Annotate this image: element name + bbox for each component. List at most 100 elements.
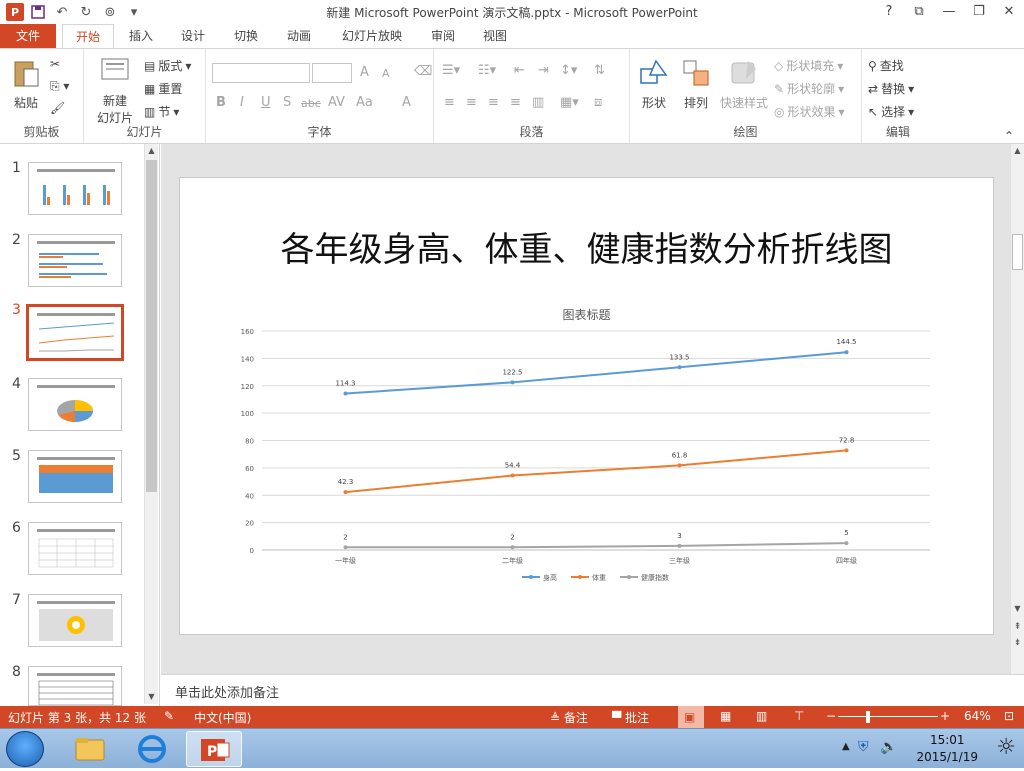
weather-sun-icon[interactable]: ☼	[996, 735, 1016, 760]
distributed-icon[interactable]: ▥	[532, 95, 544, 110]
smartart-icon[interactable]: ⧈	[594, 95, 602, 110]
slide-thumbnail-6[interactable]	[28, 522, 122, 575]
new-slide-button[interactable]: 新建 幻灯片	[90, 55, 140, 126]
clear-format-icon[interactable]: ⌫	[414, 64, 432, 79]
slide-thumbnail-5[interactable]	[28, 450, 122, 503]
decrease-indent-icon[interactable]: ⇤	[514, 63, 525, 78]
shapes-button[interactable]: 形状	[634, 57, 674, 111]
line-chart[interactable]: 0 20 40 60 80 100 120 140 160 一年级 二年级 三年级 四年级 114.3 12…	[180, 178, 995, 636]
shape-fill-button[interactable]: ◇ 形状填充 ▾	[774, 57, 843, 74]
bold-button[interactable]: B	[216, 95, 226, 110]
security-shield-icon[interactable]: ⛨	[858, 739, 869, 755]
comments-toggle-button[interactable]: ▀ 批注	[612, 709, 649, 726]
help-icon[interactable]: ?	[874, 0, 904, 22]
italic-button[interactable]: I	[240, 95, 244, 110]
scroll-up-icon[interactable]: ▲	[145, 144, 158, 158]
columns-icon[interactable]: ▦▾	[560, 95, 579, 110]
shape-outline-button[interactable]: ✎ 形状轮廓 ▾	[774, 80, 844, 97]
editor-scrollbar[interactable]: ▲ ▼ ⇞ ⇟	[1010, 144, 1024, 674]
notes-pane[interactable]: 单击此处添加备注	[161, 674, 1024, 706]
thumbnails-scrollbar[interactable]: ▲ ▼	[144, 144, 158, 704]
cut-icon[interactable]: ✂	[50, 57, 60, 71]
zoom-in-icon[interactable]: +	[940, 709, 950, 723]
minimize-icon[interactable]: —	[934, 0, 964, 22]
align-left-icon[interactable]: ≡	[444, 95, 455, 110]
previous-slide-icon[interactable]: ⇞	[1011, 620, 1024, 634]
volume-icon[interactable]: 🔈	[880, 739, 897, 755]
slide-thumbnail-2[interactable]	[28, 234, 122, 287]
slide-thumbnail-7[interactable]	[28, 594, 122, 647]
select-button[interactable]: ↖ 选择 ▾	[868, 103, 914, 120]
tab-insert[interactable]: 插入	[118, 24, 164, 48]
quick-styles-button[interactable]: 快速样式	[718, 57, 770, 111]
bullets-icon[interactable]: ☰▾	[442, 63, 460, 78]
zoom-level[interactable]: 64%	[964, 709, 991, 723]
shape-effects-button[interactable]: ◎ 形状效果 ▾	[774, 103, 845, 120]
tab-home[interactable]: 开始	[62, 24, 114, 49]
shrink-font-button[interactable]: A	[382, 67, 390, 80]
text-direction-icon[interactable]: ⇅	[594, 63, 605, 78]
align-right-icon[interactable]: ≡	[488, 95, 499, 110]
reset-button[interactable]: ▦ 重置	[144, 80, 182, 97]
numbering-icon[interactable]: ☷▾	[478, 63, 496, 78]
notes-toggle-button[interactable]: ≜ 备注	[550, 709, 588, 726]
justify-icon[interactable]: ≡	[510, 95, 521, 110]
font-name-combo[interactable]	[212, 63, 310, 83]
grow-font-button[interactable]: A	[360, 65, 369, 80]
slideshow-view-icon[interactable]: ⊤	[794, 709, 804, 723]
font-color-button[interactable]: A	[402, 95, 411, 110]
fit-slide-icon[interactable]: ⊡	[1004, 709, 1014, 723]
find-button[interactable]: ⚲ 查找	[868, 57, 904, 74]
tab-animations[interactable]: 动画	[276, 24, 322, 48]
explorer-taskbar-button[interactable]	[62, 731, 118, 767]
arrange-button[interactable]: 排列	[676, 57, 716, 111]
replace-button[interactable]: ⇄ 替换 ▾	[868, 80, 914, 97]
reading-view-icon[interactable]: ▥	[756, 709, 767, 723]
copy-icon[interactable]: ⎘ ▾	[50, 79, 69, 94]
zoom-slider[interactable]	[838, 716, 938, 717]
notes-placeholder[interactable]: 单击此处添加备注	[175, 682, 279, 701]
font-size-combo[interactable]	[312, 63, 352, 83]
char-spacing-button[interactable]: AV	[328, 95, 345, 110]
slide-canvas[interactable]: 各年级身高、体重、健康指数分析折线图 图表标题 0 20 40 60 80 100 120 1…	[179, 177, 994, 635]
tab-file[interactable]: 文件	[0, 24, 56, 48]
start-button[interactable]	[6, 731, 44, 767]
increase-indent-icon[interactable]: ⇥	[538, 63, 549, 78]
slide-thumbnail-4[interactable]	[28, 378, 122, 431]
zoom-slider-thumb[interactable]	[866, 711, 870, 723]
close-icon[interactable]: ✕	[994, 0, 1024, 22]
tab-view[interactable]: 视图	[472, 24, 518, 48]
tab-slideshow[interactable]: 幻灯片放映	[334, 24, 410, 48]
section-button[interactable]: ▥ 节 ▾	[144, 103, 179, 120]
tab-review[interactable]: 审阅	[420, 24, 466, 48]
clock[interactable]: 15:01 2015/1/19	[916, 732, 978, 766]
change-case-button[interactable]: Aa	[356, 95, 373, 110]
zoom-out-icon[interactable]: −	[826, 709, 836, 723]
collapse-ribbon-icon[interactable]: ⌃	[1004, 129, 1014, 143]
slide-thumbnail-8[interactable]	[28, 666, 122, 706]
next-slide-icon[interactable]: ⇟	[1011, 636, 1024, 650]
strikethrough-button[interactable]: abc	[301, 97, 321, 110]
tab-design[interactable]: 设计	[170, 24, 216, 48]
restore-icon[interactable]: ❐	[964, 0, 994, 22]
slide-thumbnail-1[interactable]	[28, 162, 122, 215]
align-center-icon[interactable]: ≡	[466, 95, 477, 110]
scroll-down-icon[interactable]: ▼	[145, 690, 158, 704]
ie-taskbar-button[interactable]	[124, 731, 180, 767]
paste-button[interactable]: 粘贴	[6, 57, 46, 111]
language-indicator[interactable]: 中文(中国)	[194, 709, 251, 726]
editor-scrollbar-thumb[interactable]	[1012, 234, 1023, 270]
tab-transitions[interactable]: 切换	[223, 24, 269, 48]
powerpoint-taskbar-button[interactable]: P	[186, 731, 242, 767]
show-hidden-icons[interactable]: ▲	[842, 741, 850, 752]
shadow-button[interactable]: S	[283, 95, 291, 110]
format-painter-icon[interactable]: 🖌	[50, 101, 65, 115]
layout-button[interactable]: ▤ 版式 ▾	[144, 57, 191, 74]
ribbon-display-icon[interactable]: ⧉	[904, 0, 934, 22]
slide-thumbnail-3[interactable]	[26, 304, 124, 361]
editor-scroll-up-icon[interactable]: ▲	[1011, 144, 1024, 158]
underline-button[interactable]: U	[261, 95, 271, 110]
scrollbar-thumb[interactable]	[146, 160, 157, 492]
editor-scroll-down-icon[interactable]: ▼	[1011, 602, 1024, 616]
slide-sorter-icon[interactable]: ▦	[720, 709, 731, 723]
